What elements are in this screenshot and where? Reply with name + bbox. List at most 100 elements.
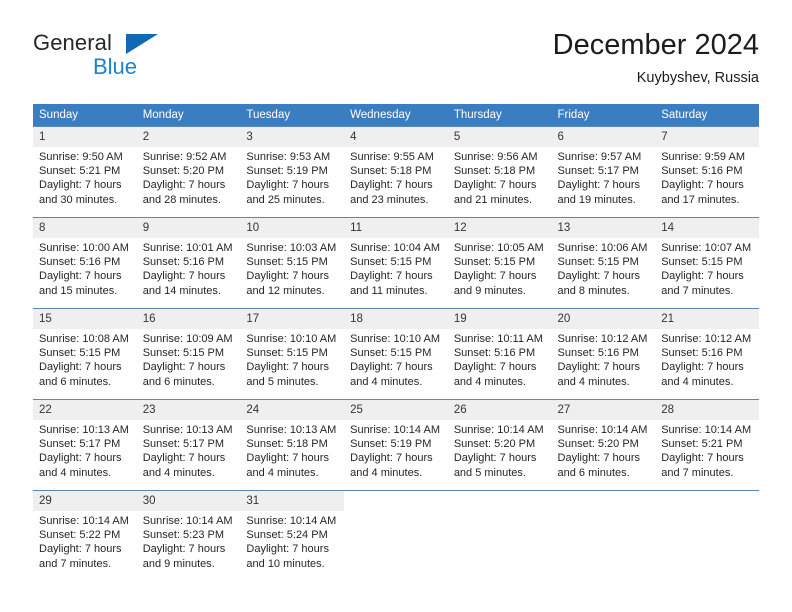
- sunrise-text: Sunrise: 10:04 AM: [350, 242, 440, 254]
- day-cell[interactable]: 1 Sunrise: 9:50 AM Sunset: 5:21 PM Dayli…: [33, 126, 137, 209]
- day-cell[interactable]: 6 Sunrise: 9:57 AM Sunset: 5:17 PM Dayli…: [551, 126, 656, 209]
- daylight-text-line1: Daylight: 7 hours: [557, 270, 641, 283]
- daylight-text-line2: and 7 minutes.: [39, 557, 112, 570]
- sunrise-text: Sunrise: 9:55 AM: [350, 151, 434, 163]
- sunrise-text: Sunrise: 10:10 AM: [350, 333, 440, 345]
- day-details: Sunrise: 10:14 AM Sunset: 5:19 PM Daylig…: [344, 420, 448, 480]
- day-details: Sunrise: 10:08 AM Sunset: 5:15 PM Daylig…: [33, 329, 137, 389]
- day-cell[interactable]: 3 Sunrise: 9:53 AM Sunset: 5:19 PM Dayli…: [240, 126, 345, 209]
- day-details: Sunrise: 10:12 AM Sunset: 5:16 PM Daylig…: [655, 329, 759, 389]
- sunrise-text: Sunrise: 9:53 AM: [246, 151, 331, 163]
- sunrise-text: Sunrise: 10:14 AM: [142, 515, 233, 527]
- day-number: 15: [33, 309, 137, 329]
- day-cell[interactable]: 18 Sunrise: 10:10 AM Sunset: 5:15 PM Day…: [344, 308, 448, 391]
- sunset-text: Sunset: 5:19 PM: [350, 438, 432, 451]
- day-number: 30: [136, 491, 241, 511]
- day-cell[interactable]: 11 Sunrise: 10:04 AM Sunset: 5:15 PM Day…: [344, 217, 448, 300]
- day-cell[interactable]: 22 Sunrise: 10:13 AM Sunset: 5:17 PM Day…: [33, 399, 137, 482]
- day-cell[interactable]: 12 Sunrise: 10:05 AM Sunset: 5:15 PM Day…: [447, 217, 552, 300]
- daylight-text-line2: and 4 minutes.: [661, 375, 734, 388]
- daylight-text-line1: Daylight: 7 hours: [350, 452, 433, 465]
- sunset-text: Sunset: 5:21 PM: [661, 438, 743, 451]
- day-details: Sunrise: 9:57 AM Sunset: 5:17 PM Dayligh…: [552, 147, 656, 207]
- day-cell[interactable]: 17 Sunrise: 10:10 AM Sunset: 5:15 PM Day…: [240, 308, 345, 391]
- day-details: Sunrise: 10:14 AM Sunset: 5:22 PM Daylig…: [33, 511, 137, 571]
- day-cell[interactable]: 26 Sunrise: 10:14 AM Sunset: 5:20 PM Day…: [447, 399, 552, 482]
- day-cell[interactable]: 25 Sunrise: 10:14 AM Sunset: 5:19 PM Day…: [344, 399, 448, 482]
- daylight-text-line2: and 4 minutes.: [350, 466, 423, 479]
- day-details: Sunrise: 10:13 AM Sunset: 5:17 PM Daylig…: [137, 420, 241, 480]
- sunset-text: Sunset: 5:15 PM: [557, 256, 639, 269]
- daylight-text-line2: and 21 minutes.: [453, 193, 533, 206]
- day-details: Sunrise: 10:07 AM Sunset: 5:15 PM Daylig…: [655, 238, 759, 298]
- daylight-text-line2: and 11 minutes.: [350, 284, 428, 297]
- sunrise-text: Sunrise: 10:06 AM: [557, 242, 648, 254]
- day-cell-empty: [447, 490, 552, 573]
- sunrise-text: Sunrise: 10:14 AM: [557, 424, 648, 436]
- day-details: Sunrise: 10:10 AM Sunset: 5:15 PM Daylig…: [240, 329, 344, 389]
- sunrise-text: Sunrise: 10:13 AM: [142, 424, 233, 436]
- day-cell[interactable]: 13 Sunrise: 10:06 AM Sunset: 5:15 PM Day…: [551, 217, 656, 300]
- sunset-text: Sunset: 5:17 PM: [39, 438, 121, 451]
- day-cell[interactable]: 10 Sunrise: 10:03 AM Sunset: 5:15 PM Day…: [240, 217, 345, 300]
- sunset-text: Sunset: 5:15 PM: [350, 347, 432, 360]
- day-details: Sunrise: 10:03 AM Sunset: 5:15 PM Daylig…: [240, 238, 344, 298]
- sunrise-sunset-calendar: Sunday Monday Tuesday Wednesday Thursday…: [33, 104, 759, 573]
- day-cell[interactable]: 27 Sunrise: 10:14 AM Sunset: 5:20 PM Day…: [551, 399, 656, 482]
- daylight-text-line1: Daylight: 7 hours: [246, 361, 329, 374]
- sunset-text: Sunset: 5:20 PM: [142, 165, 225, 178]
- daylight-text-line2: and 5 minutes.: [453, 466, 526, 479]
- sunset-text: Sunset: 5:17 PM: [557, 165, 639, 178]
- daylight-text-line1: Daylight: 7 hours: [453, 361, 537, 374]
- sunset-text: Sunset: 5:20 PM: [453, 438, 536, 451]
- daylight-text-line2: and 4 minutes.: [557, 375, 630, 388]
- day-cell[interactable]: 5 Sunrise: 9:56 AM Sunset: 5:18 PM Dayli…: [447, 126, 552, 209]
- day-details: Sunrise: 9:56 AM Sunset: 5:18 PM Dayligh…: [448, 147, 552, 207]
- day-cell[interactable]: 9 Sunrise: 10:01 AM Sunset: 5:16 PM Dayl…: [136, 217, 241, 300]
- day-cell-empty: [655, 490, 759, 573]
- day-details: Sunrise: 10:01 AM Sunset: 5:16 PM Daylig…: [137, 238, 241, 298]
- day-cell[interactable]: 15 Sunrise: 10:08 AM Sunset: 5:15 PM Day…: [33, 308, 137, 391]
- day-number: 25: [344, 400, 448, 420]
- day-details: Sunrise: 10:12 AM Sunset: 5:16 PM Daylig…: [552, 329, 656, 389]
- day-cell[interactable]: 24 Sunrise: 10:13 AM Sunset: 5:18 PM Day…: [240, 399, 345, 482]
- day-details: Sunrise: 9:55 AM Sunset: 5:18 PM Dayligh…: [344, 147, 448, 207]
- calendar-week-row: 29 Sunrise: 10:14 AM Sunset: 5:22 PM Day…: [33, 490, 759, 573]
- week-spacer-cell: [33, 391, 759, 400]
- daylight-text-line1: Daylight: 7 hours: [661, 361, 744, 374]
- day-cell[interactable]: 2 Sunrise: 9:52 AM Sunset: 5:20 PM Dayli…: [136, 126, 241, 209]
- day-cell[interactable]: 16 Sunrise: 10:09 AM Sunset: 5:15 PM Day…: [136, 308, 241, 391]
- day-cell[interactable]: 31 Sunrise: 10:14 AM Sunset: 5:24 PM Day…: [240, 490, 345, 573]
- day-cell[interactable]: 4 Sunrise: 9:55 AM Sunset: 5:18 PM Dayli…: [344, 126, 448, 209]
- day-number: 27: [551, 400, 656, 420]
- daylight-text-line2: and 4 minutes.: [350, 375, 423, 388]
- calendar-body: 1 Sunrise: 9:50 AM Sunset: 5:21 PM Dayli…: [33, 126, 759, 573]
- daylight-text-line2: and 23 minutes.: [350, 193, 429, 206]
- day-cell[interactable]: 28 Sunrise: 10:14 AM Sunset: 5:21 PM Day…: [655, 399, 759, 482]
- daylight-text-line2: and 19 minutes.: [557, 193, 636, 206]
- sunset-text: Sunset: 5:16 PM: [661, 347, 743, 360]
- day-cell[interactable]: 14 Sunrise: 10:07 AM Sunset: 5:15 PM Day…: [655, 217, 759, 300]
- daylight-text-line1: Daylight: 7 hours: [39, 179, 122, 192]
- day-cell[interactable]: 23 Sunrise: 10:13 AM Sunset: 5:17 PM Day…: [136, 399, 241, 482]
- daylight-text-line1: Daylight: 7 hours: [246, 452, 329, 465]
- day-number: 4: [344, 127, 448, 147]
- day-cell[interactable]: 21 Sunrise: 10:12 AM Sunset: 5:16 PM Day…: [655, 308, 759, 391]
- general-blue-logo: General Blue: [33, 30, 233, 88]
- calendar-week-row: 15 Sunrise: 10:08 AM Sunset: 5:15 PM Day…: [33, 308, 759, 391]
- sunrise-text: Sunrise: 10:01 AM: [142, 242, 233, 254]
- day-cell[interactable]: 20 Sunrise: 10:12 AM Sunset: 5:16 PM Day…: [551, 308, 656, 391]
- daylight-text-line1: Daylight: 7 hours: [557, 452, 641, 465]
- day-cell[interactable]: 30 Sunrise: 10:14 AM Sunset: 5:23 PM Day…: [136, 490, 241, 573]
- day-cell[interactable]: 8 Sunrise: 10:00 AM Sunset: 5:16 PM Dayl…: [33, 217, 137, 300]
- day-cell[interactable]: 19 Sunrise: 10:11 AM Sunset: 5:16 PM Day…: [447, 308, 552, 391]
- day-number: 28: [655, 400, 759, 420]
- page-title: December 2024: [552, 29, 759, 61]
- daylight-text-line2: and 6 minutes.: [39, 375, 112, 388]
- sunset-text: Sunset: 5:15 PM: [661, 256, 743, 269]
- sunset-text: Sunset: 5:18 PM: [246, 438, 328, 451]
- day-cell[interactable]: 29 Sunrise: 10:14 AM Sunset: 5:22 PM Day…: [33, 490, 137, 573]
- day-cell[interactable]: 7 Sunrise: 9:59 AM Sunset: 5:16 PM Dayli…: [655, 126, 759, 209]
- sunrise-text: Sunrise: 9:57 AM: [557, 151, 642, 163]
- day-details: Sunrise: 10:00 AM Sunset: 5:16 PM Daylig…: [33, 238, 137, 298]
